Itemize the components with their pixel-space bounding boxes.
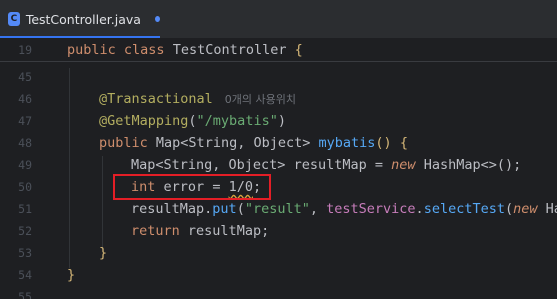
code-line: }: [99, 245, 108, 261]
line-number: 55: [18, 290, 32, 299]
line-number: 53: [18, 246, 32, 260]
line-number: 19: [18, 43, 32, 57]
line-number: 45: [18, 70, 32, 84]
line-number: 49: [18, 158, 32, 172]
code-line: Map<String, Object> resultMap = new Hash…: [131, 157, 522, 173]
code-line: }: [67, 267, 76, 283]
line-number: 48: [18, 136, 32, 150]
code-line: public Map<String, Object> mybatis() {: [99, 135, 408, 151]
code-row: 46 @Transactional 0개의 사용위치: [0, 88, 557, 110]
usage-hint[interactable]: 0개의 사용위치: [225, 93, 296, 106]
code-line: @GetMapping("/mybatis"): [99, 113, 286, 129]
line-number: 52: [18, 224, 32, 238]
code-row: 48 public Map<String, Object> mybatis() …: [0, 132, 557, 154]
sticky-scroll-line[interactable]: 19 public class TestController {: [0, 38, 557, 62]
error-highlight-box: [113, 174, 271, 200]
code-row: 55: [0, 286, 557, 299]
code-row: 50 int error = 1/0;: [0, 176, 557, 198]
code-editor[interactable]: 19 public class TestController { 45 46 @…: [0, 38, 557, 299]
code-row: 47 @GetMapping("/mybatis"): [0, 110, 557, 132]
code-row: 53 }: [0, 242, 557, 264]
line-number: 51: [18, 202, 32, 216]
code-row: 52 return resultMap;: [0, 220, 557, 242]
java-class-icon: C: [8, 12, 20, 26]
editor-tab-bar: C TestController.java: [0, 0, 557, 38]
line-number: 50: [18, 180, 32, 194]
code-row: 45: [0, 66, 557, 88]
code-line: @Transactional 0개의 사용위치: [99, 91, 297, 107]
code-line: public class TestController {: [67, 42, 303, 58]
code-line: resultMap.put("result", testService.sele…: [131, 201, 557, 217]
code-row: 54 }: [0, 264, 557, 286]
code-row: 49 Map<String, Object> resultMap = new H…: [0, 154, 557, 176]
code-line: return resultMap;: [131, 223, 270, 239]
tab-label: TestController.java: [25, 11, 141, 27]
line-number: 47: [18, 114, 32, 128]
line-number: 46: [18, 92, 32, 106]
tab-test-controller[interactable]: C TestController.java: [0, 0, 160, 38]
modified-indicator-icon: [154, 16, 160, 22]
line-number: 54: [18, 268, 32, 282]
code-row: 51 resultMap.put("result", testService.s…: [0, 198, 557, 220]
